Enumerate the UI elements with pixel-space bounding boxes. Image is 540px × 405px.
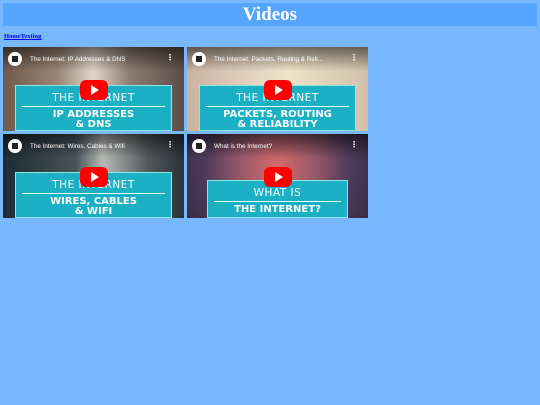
video-title[interactable]: The Internet: Packets, Routing & Reli...	[214, 56, 323, 63]
video-grid: THE INTERNET IP ADDRESSES & DNS The Inte…	[3, 47, 368, 218]
page-header: Videos	[3, 3, 537, 26]
more-vert-icon[interactable]: ⋮	[350, 54, 358, 62]
card-divider	[214, 201, 341, 202]
card-subject-line: & WIFI	[74, 206, 113, 217]
card-divider	[22, 106, 165, 107]
channel-avatar-icon[interactable]	[8, 139, 22, 153]
channel-avatar-icon[interactable]	[8, 52, 22, 66]
card-subject: WIRES, CABLES & WIFI	[16, 197, 171, 217]
video-title[interactable]: The Internet: IP Addresses & DNS	[30, 56, 125, 63]
card-subject-line: THE INTERNET?	[234, 204, 321, 215]
card-subject: PACKETS, ROUTING & RELIABILITY	[200, 110, 355, 130]
video-embed[interactable]: THE INTERNET IP ADDRESSES & DNS The Inte…	[3, 47, 184, 131]
channel-avatar-icon[interactable]	[192, 52, 206, 66]
nav-links: HomeTexting	[4, 33, 41, 40]
card-subject: THE INTERNET?	[208, 205, 347, 215]
channel-avatar-icon[interactable]	[192, 139, 206, 153]
more-vert-icon[interactable]: ⋮	[166, 141, 174, 149]
card-divider	[206, 106, 349, 107]
youtube-play-icon[interactable]	[79, 167, 108, 187]
video-embed[interactable]: THE INTERNET PACKETS, ROUTING & RELIABIL…	[187, 47, 368, 131]
card-heading: WHAT IS	[253, 187, 302, 199]
more-vert-icon[interactable]: ⋮	[350, 141, 358, 149]
video-title[interactable]: What is the Internet?	[214, 143, 272, 150]
video-embed[interactable]: WHAT IS THE INTERNET? What is the Intern…	[187, 134, 368, 218]
card-subject-line: & DNS	[75, 119, 112, 130]
youtube-play-icon[interactable]	[79, 80, 108, 100]
video-embed[interactable]: THE INTERNET WIRES, CABLES & WIFI The In…	[3, 134, 184, 218]
nav-link-texting[interactable]: Texting	[21, 33, 42, 40]
nav-link-home[interactable]: Home	[4, 33, 21, 40]
video-title[interactable]: The Internet: Wires, Cables & Wifi	[30, 143, 125, 150]
youtube-play-icon[interactable]	[263, 167, 292, 187]
card-subject-line: & RELIABILITY	[237, 119, 318, 130]
youtube-play-icon[interactable]	[263, 80, 292, 100]
card-subject: IP ADDRESSES & DNS	[16, 110, 171, 130]
more-vert-icon[interactable]: ⋮	[166, 54, 174, 62]
card-divider	[22, 193, 165, 194]
page-title: Videos	[242, 4, 298, 25]
